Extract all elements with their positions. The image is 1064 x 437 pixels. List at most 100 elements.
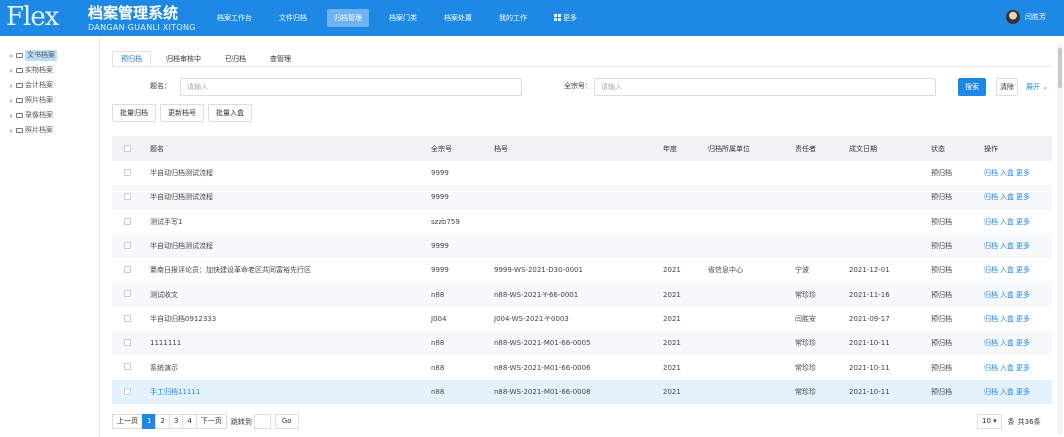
row-checkbox[interactable] <box>124 387 131 395</box>
table-row[interactable]: 半自动归档测试流程 9999 预归档 归档 入盒 更多 <box>112 161 1052 185</box>
row-action-2[interactable]: 更多 <box>1016 388 1030 396</box>
row-checkbox[interactable] <box>124 193 131 201</box>
tree-item-3[interactable]: 照片档案 <box>0 93 99 108</box>
col-fonds[interactable]: 全宗号 <box>431 144 452 154</box>
col-date[interactable]: 成文日期 <box>849 144 877 154</box>
prev-page-button[interactable]: 上一页 <box>112 414 143 429</box>
batch-action-button-0[interactable]: 批量归档 <box>112 104 156 122</box>
table-row[interactable]: 1111111 n88 n88-WS-2021-M01-66-0005 2021 常珍珍… <box>112 331 1052 356</box>
row-action-0[interactable]: 归档 <box>984 242 998 250</box>
table-row[interactable]: 綦南日报评论员：加快建设革命老区共同富裕先行区 9999 9999-WS-2021-… <box>112 258 1052 282</box>
avatar[interactable] <box>1006 10 1020 24</box>
cell-title[interactable]: 半自动归档测试流程 <box>150 168 213 178</box>
goto-page-input[interactable] <box>253 414 271 429</box>
cell-title[interactable]: 綦南日报评论员：加快建设革命老区共同富裕先行区 <box>150 265 311 275</box>
caret-right-icon[interactable] <box>10 128 13 133</box>
row-action-1[interactable]: 入盒 <box>1000 266 1014 274</box>
scrollbar-thumb[interactable] <box>1058 48 1062 88</box>
expand-filters-link[interactable]: 展开 ⌄ <box>1026 82 1048 92</box>
row-action-2[interactable]: 更多 <box>1016 291 1030 299</box>
caret-right-icon[interactable] <box>10 83 13 88</box>
cell-title[interactable]: 半自动归档0912333 <box>150 314 216 324</box>
row-action-2[interactable]: 更多 <box>1016 266 1030 274</box>
nav-item-1[interactable]: 文件归档 <box>272 9 314 27</box>
row-action-2[interactable]: 更多 <box>1016 364 1030 372</box>
row-action-1[interactable]: 入盒 <box>1000 193 1014 201</box>
tree-item-1[interactable]: 实物档案 <box>0 63 99 78</box>
col-year[interactable]: 年度 <box>663 144 677 154</box>
row-action-0[interactable]: 归档 <box>984 169 998 177</box>
row-action-1[interactable]: 入盒 <box>1000 169 1014 177</box>
caret-right-icon[interactable] <box>10 68 13 73</box>
row-action-2[interactable]: 更多 <box>1016 218 1030 226</box>
row-action-1[interactable]: 入盒 <box>1000 242 1014 250</box>
row-action-1[interactable]: 入盒 <box>1000 218 1014 226</box>
row-action-0[interactable]: 归档 <box>984 193 998 201</box>
table-row[interactable]: 测试手写1 szzb759 预归档 归档 入盒 更多 <box>112 210 1052 234</box>
tab-1[interactable]: 归档审核中 <box>157 51 210 67</box>
nav-item-4[interactable]: 档案处置 <box>437 9 479 27</box>
select-all-checkbox[interactable] <box>124 145 131 152</box>
table-row[interactable]: 手工归档11111 n88 n88-WS-2021-M01-66-0008 2021 常… <box>112 379 1052 404</box>
tree-item-0[interactable]: 文书档案 <box>0 48 99 63</box>
page-button[interactable]: 2 <box>155 414 170 429</box>
row-action-0[interactable]: 归档 <box>984 364 998 372</box>
user-menu[interactable]: 闫胜芳 <box>1006 10 1046 24</box>
row-action-0[interactable]: 归档 <box>984 218 998 226</box>
col-title[interactable]: 题名 <box>150 144 164 154</box>
row-action-0[interactable]: 归档 <box>984 266 998 274</box>
table-row[interactable]: 系统演示 n88 n88-WS-2021-M01-66-0006 2021 常珍珍 202… <box>112 355 1052 379</box>
tree-item-2[interactable]: 会计档案 <box>0 78 99 93</box>
row-action-2[interactable]: 更多 <box>1016 193 1030 201</box>
title-filter-input[interactable] <box>180 78 522 96</box>
row-checkbox[interactable] <box>124 266 131 274</box>
col-status[interactable]: 状态 <box>931 144 945 154</box>
caret-right-icon[interactable] <box>10 113 13 118</box>
cell-title[interactable]: 系统演示 <box>150 363 178 373</box>
nav-item-0[interactable]: 档案工作台 <box>210 9 259 27</box>
page-button[interactable]: 4 <box>182 414 197 429</box>
col-resp[interactable]: 责任者 <box>795 144 816 154</box>
row-action-2[interactable]: 更多 <box>1016 242 1030 250</box>
row-checkbox[interactable] <box>124 217 131 225</box>
row-checkbox[interactable] <box>124 290 131 298</box>
row-checkbox[interactable] <box>124 363 131 371</box>
row-action-1[interactable]: 入盒 <box>1000 388 1014 396</box>
cell-title[interactable]: 手工归档11111 <box>150 387 200 397</box>
row-action-2[interactable]: 更多 <box>1016 169 1030 177</box>
cell-title[interactable]: 1111111 <box>150 339 181 347</box>
table-row[interactable]: 半自动归档测试流程 9999 预归档 归档 入盒 更多 <box>112 185 1052 210</box>
tab-2[interactable]: 已归档 <box>216 51 255 67</box>
row-action-2[interactable]: 更多 <box>1016 315 1030 323</box>
col-ref[interactable]: 档号 <box>494 144 508 154</box>
row-action-1[interactable]: 入盒 <box>1000 364 1014 372</box>
nav-item-6[interactable]: 更多 <box>547 9 584 27</box>
row-action-0[interactable]: 归档 <box>984 315 998 323</box>
row-checkbox[interactable] <box>124 314 131 322</box>
cell-title[interactable]: 测试手写1 <box>150 217 182 227</box>
row-action-1[interactable]: 入盒 <box>1000 315 1014 323</box>
nav-item-2[interactable]: 归档管理 <box>327 9 369 27</box>
search-button[interactable]: 搜索 <box>958 78 986 96</box>
cell-title[interactable]: 半自动归档测试流程 <box>150 192 213 202</box>
row-checkbox[interactable] <box>124 241 131 249</box>
row-action-0[interactable]: 归档 <box>984 291 998 299</box>
clear-button[interactable]: 清除 <box>996 78 1018 96</box>
nav-item-3[interactable]: 档案门类 <box>382 9 424 27</box>
batch-action-button-2[interactable]: 批量入盒 <box>208 104 252 122</box>
caret-right-icon[interactable] <box>10 98 13 103</box>
cell-title[interactable]: 半自动归档测试流程 <box>150 241 213 251</box>
user-name[interactable]: 闫胜芳 <box>1025 12 1046 22</box>
page-button[interactable]: 3 <box>168 414 184 429</box>
caret-right-icon[interactable] <box>10 53 13 58</box>
tree-item-5[interactable]: 照片档案 <box>0 123 99 138</box>
cell-title[interactable]: 测试收文 <box>150 290 178 300</box>
row-checkbox[interactable] <box>124 169 131 176</box>
batch-action-button-1[interactable]: 更新档号 <box>160 104 204 122</box>
table-row[interactable]: 半自动归档0912333 J004 J004-WS-2021-Y-0003 2021 闫… <box>112 307 1052 331</box>
tab-0[interactable]: 预归档 <box>112 51 151 67</box>
tab-3[interactable]: 查管理 <box>261 51 300 67</box>
page-size-select[interactable]: 10 ▾ <box>977 414 1002 429</box>
go-button[interactable]: Go <box>274 414 299 429</box>
scrollbar-track[interactable] <box>1057 44 1063 434</box>
